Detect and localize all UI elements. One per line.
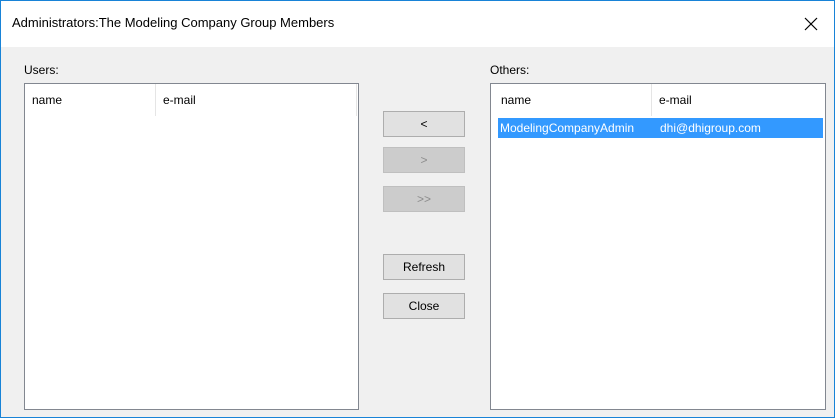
others-row-email: dhi@dhigroup.com <box>660 121 761 135</box>
others-column-name[interactable]: name <box>494 84 649 116</box>
close-icon[interactable] <box>788 1 834 47</box>
users-label: Users: <box>24 63 59 77</box>
column-divider[interactable] <box>356 84 357 116</box>
move-right-button[interactable]: > <box>383 147 465 173</box>
others-column-email[interactable]: e-mail <box>652 84 822 116</box>
move-all-right-button[interactable]: >> <box>383 186 465 212</box>
close-button[interactable]: Close <box>383 293 465 319</box>
list-item[interactable]: ModelingCompanyAdmin dhi@dhigroup.com <box>498 118 823 138</box>
users-list-header: name e-mail <box>25 84 358 116</box>
others-list-header: name e-mail <box>491 84 825 116</box>
title-bar[interactable]: Administrators:The Modeling Company Grou… <box>1 1 834 47</box>
users-column-name[interactable]: name <box>25 84 155 116</box>
others-row-name: ModelingCompanyAdmin <box>500 121 635 135</box>
users-column-email[interactable]: e-mail <box>156 84 356 116</box>
others-list[interactable]: name e-mail ModelingCompanyAdmin dhi@dhi… <box>490 83 826 410</box>
window-title: Administrators:The Modeling Company Grou… <box>12 15 335 30</box>
move-left-button[interactable]: < <box>383 111 465 137</box>
users-list[interactable]: name e-mail <box>24 83 359 410</box>
others-label: Others: <box>490 63 530 77</box>
dialog-window: Administrators:The Modeling Company Grou… <box>0 0 835 418</box>
refresh-button[interactable]: Refresh <box>383 254 465 280</box>
